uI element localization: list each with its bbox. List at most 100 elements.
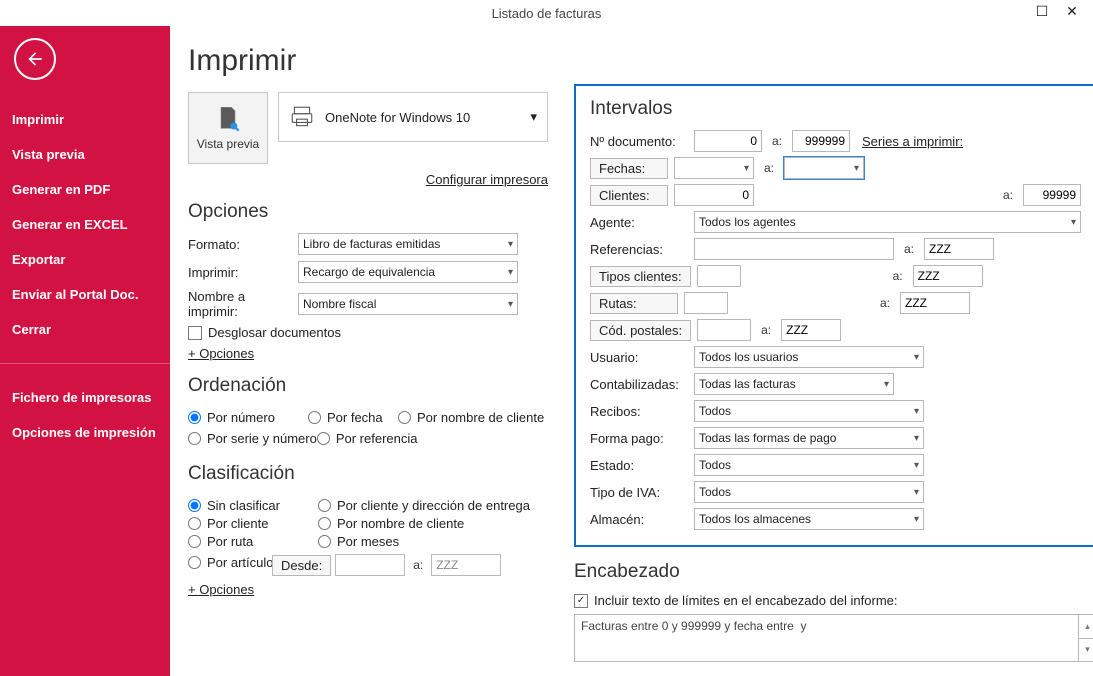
ndoc-from-input[interactable] — [694, 130, 762, 152]
tipos-to-input[interactable] — [913, 265, 983, 287]
sidebar-separator — [0, 363, 170, 364]
clientes-to-input[interactable] — [1023, 184, 1081, 206]
cp-from-input[interactable] — [697, 319, 751, 341]
iva-select[interactable]: Todos▾ — [694, 481, 924, 503]
fpago-select[interactable]: Todas las formas de pago▾ — [694, 427, 924, 449]
document-preview-icon — [214, 105, 242, 133]
fechas-to-select[interactable]: ▾ — [784, 157, 864, 179]
a-label: a: — [768, 134, 786, 148]
estado-label: Estado: — [590, 456, 688, 475]
clas-por-nombre-cliente[interactable]: Por nombre de cliente — [318, 516, 548, 531]
ndoc-label: Nº documento: — [590, 132, 688, 151]
agente-label: Agente: — [590, 213, 688, 232]
clas-por-cliente[interactable]: Por cliente — [188, 516, 308, 531]
agente-select[interactable]: Todos los agentes▾ — [694, 211, 1081, 233]
a-label: a: — [900, 242, 918, 256]
printer-name: OneNote for Windows 10 — [325, 110, 470, 125]
incluir-encabezado-checkbox[interactable]: ✓ — [574, 594, 588, 608]
rutas-to-input[interactable] — [900, 292, 970, 314]
desglosar-checkbox[interactable] — [188, 326, 202, 340]
sidebar-item-pdf[interactable]: Generar en PDF — [0, 172, 170, 207]
a-label: a: — [757, 323, 775, 337]
vista-previa-label: Vista previa — [197, 137, 259, 151]
a-label: a: — [889, 269, 907, 283]
sidebar-item-excel[interactable]: Generar en EXCEL — [0, 207, 170, 242]
opciones-heading: Opciones — [188, 201, 548, 223]
orden-por-fecha[interactable]: Por fecha — [308, 410, 398, 425]
arrow-left-icon — [25, 49, 45, 69]
intervalos-panel: Intervalos Nº documento: a: Series a imp… — [574, 84, 1093, 547]
rutas-button[interactable]: Rutas: — [590, 293, 678, 314]
contab-select[interactable]: Todas las facturas▾ — [694, 373, 894, 395]
desde-button[interactable]: Desde: — [272, 555, 331, 576]
a-label: a: — [876, 296, 894, 310]
desde-input[interactable] — [335, 554, 405, 576]
clas-por-ruta[interactable]: Por ruta — [188, 534, 308, 549]
orden-por-referencia[interactable]: Por referencia — [317, 431, 437, 446]
clas-por-articulo[interactable]: Por artículo — [188, 555, 273, 570]
page-title: Imprimir — [188, 44, 548, 78]
a-label: a: — [999, 188, 1017, 202]
imprimir-label: Imprimir: — [188, 265, 292, 280]
sidebar-item-imprimir[interactable]: Imprimir — [0, 102, 170, 137]
nombre-label: Nombre a imprimir: — [188, 289, 292, 319]
cp-button[interactable]: Cód. postales: — [590, 320, 691, 341]
sidebar-item-exportar[interactable]: Exportar — [0, 242, 170, 277]
tipos-from-input[interactable] — [697, 265, 741, 287]
opciones-more-link[interactable]: + Opciones — [188, 346, 254, 361]
back-button[interactable] — [14, 38, 56, 80]
fechas-from-select[interactable]: ▾ — [674, 157, 754, 179]
almacen-select[interactable]: Todos los almacenes▾ — [694, 508, 924, 530]
textarea-scrollbar[interactable]: ▴ ▾ — [1079, 614, 1093, 662]
clas-sin-clasificar[interactable]: Sin clasificar — [188, 498, 308, 513]
ref-to-input[interactable] — [924, 238, 994, 260]
estado-select[interactable]: Todos▾ — [694, 454, 924, 476]
clientes-from-input[interactable] — [674, 184, 754, 206]
formato-label: Formato: — [188, 237, 292, 252]
chevron-down-icon: ▾ — [530, 109, 537, 125]
cp-to-input[interactable] — [781, 319, 841, 341]
clas-por-meses[interactable]: Por meses — [318, 534, 548, 549]
sidebar-item-fichero-impresoras[interactable]: Fichero de impresoras — [0, 380, 170, 415]
sidebar-item-cerrar[interactable]: Cerrar — [0, 312, 170, 347]
ndoc-to-input[interactable] — [792, 130, 850, 152]
usuario-select[interactable]: Todos los usuarios▾ — [694, 346, 924, 368]
encabezado-textarea[interactable] — [574, 614, 1079, 662]
sidebar-item-vista-previa[interactable]: Vista previa — [0, 137, 170, 172]
formato-select[interactable]: Libro de facturas emitidas▾ — [298, 233, 518, 255]
referencias-label: Referencias: — [590, 240, 688, 259]
vista-previa-button[interactable]: Vista previa — [188, 92, 268, 164]
sidebar-item-portal[interactable]: Enviar al Portal Doc. — [0, 277, 170, 312]
almacen-label: Almacén: — [590, 510, 688, 529]
scroll-down-icon[interactable]: ▾ — [1079, 639, 1093, 662]
clasificacion-more-link[interactable]: + Opciones — [188, 582, 254, 597]
tipos-button[interactable]: Tipos clientes: — [590, 266, 691, 287]
orden-por-serie[interactable]: Por serie y número — [188, 431, 317, 446]
orden-por-numero[interactable]: Por número — [188, 410, 308, 425]
clasificacion-heading: Clasificación — [188, 463, 548, 485]
nombre-select[interactable]: Nombre fiscal▾ — [298, 293, 518, 315]
incluir-encabezado-label: Incluir texto de límites en el encabezad… — [594, 593, 898, 608]
rutas-from-input[interactable] — [684, 292, 728, 314]
orden-por-nombre[interactable]: Por nombre de cliente — [398, 410, 544, 425]
imprimir-select[interactable]: Recargo de equivalencia▾ — [298, 261, 518, 283]
window-close-icon[interactable]: ✕ — [1057, 0, 1087, 22]
ref-from-input[interactable] — [694, 238, 894, 260]
printer-selector[interactable]: OneNote for Windows 10 ▾ — [278, 92, 548, 142]
scroll-up-icon[interactable]: ▴ — [1079, 615, 1093, 639]
fpago-label: Forma pago: — [590, 429, 688, 448]
clas-por-cliente-direccion[interactable]: Por cliente y dirección de entrega — [318, 498, 548, 513]
clientes-button[interactable]: Clientes: — [590, 185, 668, 206]
chevron-down-icon: ▾ — [504, 239, 513, 250]
window-maximize-icon[interactable]: ☐ — [1027, 0, 1057, 22]
recibos-select[interactable]: Todos▾ — [694, 400, 924, 422]
fechas-button[interactable]: Fechas: — [590, 158, 668, 179]
recibos-label: Recibos: — [590, 402, 688, 421]
encabezado-heading: Encabezado — [574, 561, 1093, 583]
ordenacion-heading: Ordenación — [188, 375, 548, 397]
configure-printer-link[interactable]: Configurar impresora — [188, 172, 548, 187]
series-link[interactable]: Series a imprimir: — [862, 134, 963, 149]
sidebar-item-opciones-impresion[interactable]: Opciones de impresión — [0, 415, 170, 450]
contab-label: Contabilizadas: — [590, 375, 688, 394]
hasta-input[interactable] — [431, 554, 501, 576]
